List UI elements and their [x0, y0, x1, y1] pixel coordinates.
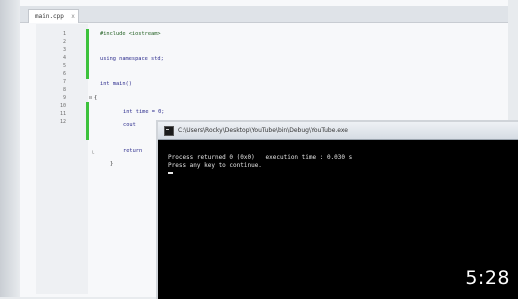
changed-lines-marker [86, 102, 89, 140]
code-line-using[interactable]: using namespace std; [100, 55, 164, 63]
line-number: 7 [62, 79, 66, 85]
code-line-declaration[interactable]: int time = 0; [123, 108, 164, 116]
line-number: 2 [62, 39, 66, 45]
background-shadow [0, 0, 20, 297]
console-output-line: Process returned 0 (0x0) execution time … [168, 154, 353, 161]
line-number: 6 [62, 71, 66, 77]
console-cursor [168, 172, 173, 174]
line-number: 5 [62, 63, 66, 69]
line-number: 9 [62, 95, 66, 101]
code-line-close-brace[interactable]: } [110, 160, 113, 168]
close-icon[interactable]: x [71, 10, 75, 23]
console-output-line: Press any key to continue. [168, 162, 262, 169]
fold-open-icon[interactable]: ⊟ [89, 94, 92, 102]
tab-label: main.cpp [35, 13, 64, 20]
code-line-main[interactable]: int main() [100, 80, 132, 88]
tab-main-cpp[interactable]: main.cpp x [28, 9, 79, 23]
code-line-open-brace[interactable]: { [94, 94, 97, 102]
line-number: 12 [59, 119, 66, 125]
code-line-return[interactable]: return [123, 147, 142, 155]
console-window[interactable]: C:\Users\Rocky\Desktop\YouTube\bin\Debug… [156, 120, 518, 299]
console-titlebar[interactable]: C:\Users\Rocky\Desktop\YouTube\bin\Debug… [158, 122, 518, 140]
line-number: 3 [62, 47, 66, 53]
fold-end-icon: └ [91, 151, 95, 157]
code-line-cout[interactable]: cout [123, 121, 136, 129]
line-number: 4 [62, 55, 66, 61]
tab-strip: main.cpp x [20, 6, 508, 23]
line-number: 10 [59, 103, 66, 109]
line-number: 8 [62, 87, 66, 93]
line-number: 1 [62, 31, 66, 37]
line-number: 11 [59, 111, 66, 117]
code-line-include[interactable]: #include <iostream> [100, 30, 161, 38]
changed-lines-marker [86, 29, 89, 79]
console-title: C:\Users\Rocky\Desktop\YouTube\bin\Debug… [178, 127, 348, 134]
console-app-icon [164, 126, 174, 136]
video-duration: 5:28 [465, 267, 510, 289]
